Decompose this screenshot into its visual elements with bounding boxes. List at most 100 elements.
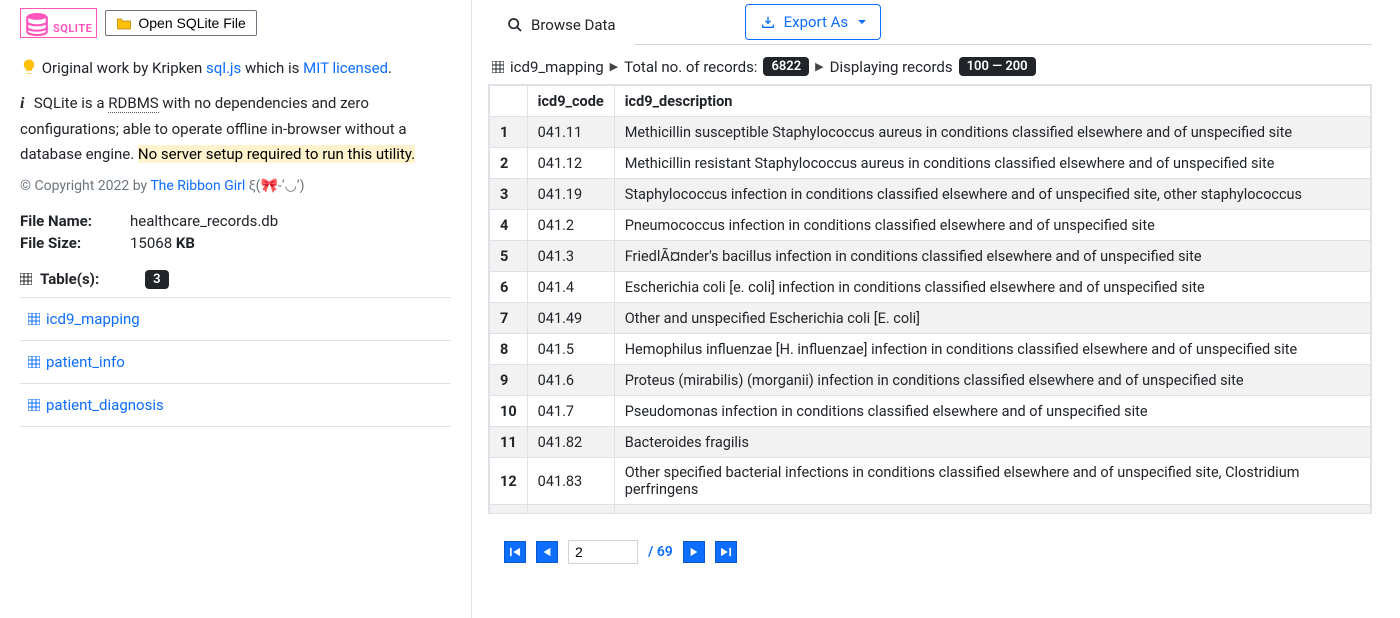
cell-code: 041.5 — [527, 334, 614, 365]
table-row: 8041.5Hemophilus influenzae [H. influenz… — [490, 334, 1371, 365]
bow-icon: 🎀 — [260, 178, 277, 194]
cell-code: 041.49 — [527, 303, 614, 334]
main-panel: Browse Data Export As icd9_mapping ▶ Tot… — [472, 0, 1400, 618]
search-icon — [507, 17, 523, 33]
highlight-text: No server setup required to run this uti… — [138, 145, 415, 163]
cell-rownum: 9 — [490, 365, 528, 396]
last-icon — [721, 547, 731, 557]
cell-desc: Other specified bacterial infections in … — [614, 505, 1370, 515]
cell-desc: FriedlÃ¤nder's bacillus infection in con… — [614, 241, 1370, 272]
cell-rownum: 11 — [490, 427, 528, 458]
info-line-1: Original work by Kripken sql.js which is… — [20, 56, 451, 82]
record-range-badge: 100 — 200 — [959, 57, 1036, 76]
page-input[interactable] — [568, 540, 638, 564]
table-row: 1041.11Methicillin susceptible Staphyloc… — [490, 117, 1371, 148]
cell-code: 041.6 — [527, 365, 614, 396]
info-icon: i — [20, 90, 30, 117]
folder-icon — [116, 16, 132, 30]
logo-text: SQLITE — [53, 22, 92, 37]
cell-desc: Other and unspecified Escherichia coli [… — [614, 303, 1370, 334]
cell-desc: Methicillin susceptible Staphylococcus a… — [614, 117, 1370, 148]
tab-browse-data[interactable]: Browse Data — [488, 5, 635, 45]
pagination: / 69 — [504, 540, 1372, 564]
table-list: icd9_mapping patient_info patient_diagno… — [20, 297, 451, 427]
col-icd9-description: icd9_description — [614, 86, 1370, 117]
cell-desc: Other specified bacterial infections in … — [614, 458, 1370, 505]
table-row: 6041.4Escherichia coli [e. coli] infecti… — [490, 272, 1371, 303]
table-row: 10041.7Pseudomonas infection in conditio… — [490, 396, 1371, 427]
cell-rownum: 5 — [490, 241, 528, 272]
cell-rownum: 1 — [490, 117, 528, 148]
tables-header: Table(s): 3 — [20, 270, 451, 289]
chevron-right-icon: ▶ — [610, 60, 618, 73]
info-line-2: i SQLite is a RDBMS with no dependencies… — [20, 90, 451, 168]
col-rownum — [490, 86, 528, 117]
page-prev-button[interactable] — [536, 541, 558, 563]
table-row: 3041.19Staphylococcus infection in condi… — [490, 179, 1371, 210]
logo: SQLITE — [20, 8, 97, 38]
breadcrumb: icd9_mapping ▶ Total no. of records: 682… — [492, 57, 1372, 76]
data-table: icd9_code icd9_description 1041.11Methic… — [489, 85, 1371, 514]
cell-rownum: 4 — [490, 210, 528, 241]
grid-icon — [492, 61, 504, 73]
cell-desc: Bacteroides fragilis — [614, 427, 1370, 458]
cell-desc: Methicillin resistant Staphylococcus aur… — [614, 148, 1370, 179]
cell-rownum: 6 — [490, 272, 528, 303]
copyright: © Copyright 2022 by The Ribbon Girl ξ(🎀-… — [20, 178, 451, 194]
table-item-icd9-mapping[interactable]: icd9_mapping — [20, 298, 451, 341]
page-next-button[interactable] — [683, 541, 705, 563]
prev-icon — [542, 547, 552, 557]
chevron-right-icon: ▶ — [815, 60, 823, 73]
cell-desc: Escherichia coli [e. coli] infection in … — [614, 272, 1370, 303]
page-total: / 69 — [648, 544, 673, 560]
table-icon — [28, 399, 40, 411]
ribbon-girl-link[interactable]: The Ribbon Girl — [150, 178, 245, 194]
cell-desc: Staphylococcus infection in conditions c… — [614, 179, 1370, 210]
table-item-patient-diagnosis[interactable]: patient_diagnosis — [20, 384, 451, 427]
cell-desc: Proteus (mirabilis) (morganii) infection… — [614, 365, 1370, 396]
rdbms-abbr: RDBMS — [108, 94, 158, 113]
table-icon — [28, 313, 40, 325]
open-file-button[interactable]: Open SQLite File — [105, 10, 256, 36]
first-icon — [510, 547, 520, 557]
cell-code: 041.83 — [527, 458, 614, 505]
cell-code: 041.12 — [527, 148, 614, 179]
tables-count-badge: 3 — [145, 270, 168, 289]
table-row: 11041.82Bacteroides fragilis — [490, 427, 1371, 458]
sidebar: SQLITE Open SQLite File Original work by… — [0, 0, 472, 618]
cell-rownum: 13 — [490, 505, 528, 515]
chevron-down-icon — [858, 20, 866, 24]
cell-rownum: 12 — [490, 458, 528, 505]
table-row: 13041.84Other specified bacterial infect… — [490, 505, 1371, 515]
sqljs-link[interactable]: sql.js — [206, 59, 241, 77]
cell-code: 041.7 — [527, 396, 614, 427]
database-icon — [23, 11, 51, 37]
table-row: 7041.49Other and unspecified Escherichia… — [490, 303, 1371, 334]
cell-code: 041.84 — [527, 505, 614, 515]
next-icon — [689, 547, 699, 557]
cell-code: 041.11 — [527, 117, 614, 148]
table-item-patient-info[interactable]: patient_info — [20, 341, 451, 384]
table-row: 5041.3FriedlÃ¤nder's bacillus infection … — [490, 241, 1371, 272]
table-row: 2041.12Methicillin resistant Staphylococ… — [490, 148, 1371, 179]
export-as-button[interactable]: Export As — [745, 4, 882, 40]
cell-rownum: 2 — [490, 148, 528, 179]
open-file-label: Open SQLite File — [138, 15, 245, 31]
export-icon — [760, 15, 776, 29]
page-first-button[interactable] — [504, 541, 526, 563]
table-header-row: icd9_code icd9_description — [490, 86, 1371, 117]
mit-license-link[interactable]: MIT licensed — [303, 59, 388, 77]
cell-code: 041.3 — [527, 241, 614, 272]
filename-row: File Name: healthcare_records.db — [20, 212, 451, 230]
breadcrumb-table: icd9_mapping — [510, 58, 604, 76]
col-icd9-code: icd9_code — [527, 86, 614, 117]
data-table-wrap[interactable]: icd9_code icd9_description 1041.11Methic… — [488, 84, 1372, 514]
table-row: 4041.2Pneumococcus infection in conditio… — [490, 210, 1371, 241]
filename-value: healthcare_records.db — [130, 212, 278, 230]
table-icon — [28, 356, 40, 368]
filesize-value: 15068 KB — [130, 234, 195, 252]
filesize-row: File Size: 15068 KB — [20, 234, 451, 252]
page-last-button[interactable] — [715, 541, 737, 563]
cell-code: 041.19 — [527, 179, 614, 210]
cell-desc: Pseudomonas infection in conditions clas… — [614, 396, 1370, 427]
